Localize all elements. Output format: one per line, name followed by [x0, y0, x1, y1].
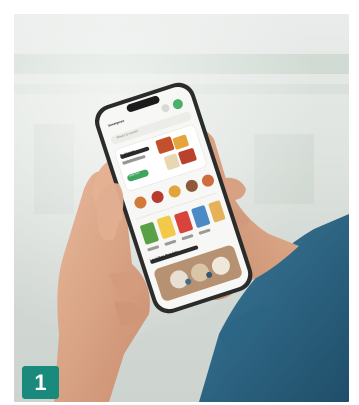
- hero-photo: [14, 14, 349, 402]
- step-number: 1: [34, 369, 47, 395]
- step-number-badge: 1: [22, 366, 59, 399]
